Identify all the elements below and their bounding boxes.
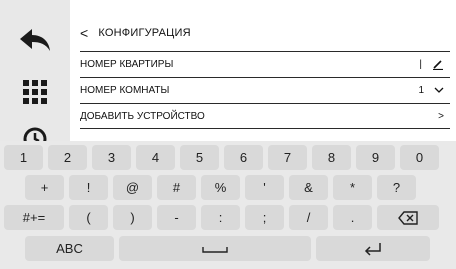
key-hash[interactable]: #: [157, 175, 196, 200]
key-at[interactable]: @: [113, 175, 152, 200]
key-3[interactable]: 3: [92, 145, 131, 170]
key-apostrophe[interactable]: ': [245, 175, 284, 200]
text-cursor: |: [419, 58, 422, 70]
menu-grid-button[interactable]: [0, 72, 70, 112]
sidebar: [0, 0, 70, 145]
row-room-number[interactable]: НОМЕР КОМНАТЫ 1: [80, 77, 450, 102]
key-backspace[interactable]: [377, 205, 439, 230]
key-7[interactable]: 7: [268, 145, 307, 170]
key-5[interactable]: 5: [180, 145, 219, 170]
header: < КОНФИГУРАЦИЯ: [80, 22, 191, 44]
on-screen-keyboard: 1 2 3 4 5 6 7 8 9 0 + ! @ # % ' & * ? #+…: [0, 141, 456, 269]
row-apartment-number[interactable]: НОМЕР КВАРТИРЫ |: [80, 51, 450, 76]
key-colon[interactable]: :: [201, 205, 240, 230]
key-asterisk[interactable]: *: [333, 175, 372, 200]
chevron-right-icon: >: [438, 110, 444, 122]
pencil-icon[interactable]: [432, 58, 444, 70]
chevron-down-icon[interactable]: [434, 86, 444, 94]
key-1[interactable]: 1: [4, 145, 43, 170]
key-paren-open[interactable]: (: [69, 205, 108, 230]
key-enter[interactable]: [316, 236, 430, 261]
key-period[interactable]: .: [333, 205, 372, 230]
key-6[interactable]: 6: [224, 145, 263, 170]
row-label: НОМЕР КОМНАТЫ: [80, 84, 170, 96]
page-title: КОНФИГУРАЦИЯ: [98, 27, 191, 39]
key-2[interactable]: 2: [48, 145, 87, 170]
key-semicolon[interactable]: ;: [245, 205, 284, 230]
key-0[interactable]: 0: [400, 145, 439, 170]
backspace-icon: [398, 210, 418, 225]
key-question[interactable]: ?: [377, 175, 416, 200]
grid-icon: [23, 80, 47, 104]
back-button[interactable]: [0, 20, 70, 60]
key-space[interactable]: [119, 236, 311, 261]
key-minus[interactable]: -: [157, 205, 196, 230]
key-plus[interactable]: +: [25, 175, 64, 200]
row-label: НОМЕР КВАРТИРЫ: [80, 58, 174, 70]
row-add-device[interactable]: ДОБАВИТЬ УСТРОЙСТВО >: [80, 103, 450, 129]
room-number-value: 1: [418, 84, 424, 96]
key-ampersand[interactable]: &: [289, 175, 328, 200]
spacebar-icon: [202, 246, 228, 253]
key-8[interactable]: 8: [312, 145, 351, 170]
key-slash[interactable]: /: [289, 205, 328, 230]
key-abc[interactable]: ABC: [25, 236, 114, 261]
key-exclamation[interactable]: !: [69, 175, 108, 200]
key-9[interactable]: 9: [356, 145, 395, 170]
key-symbols-toggle[interactable]: #+=: [4, 205, 64, 230]
settings-panel: < КОНФИГУРАЦИЯ НОМЕР КВАРТИРЫ | НОМЕР КО…: [70, 0, 456, 145]
row-label: ДОБАВИТЬ УСТРОЙСТВО: [80, 110, 205, 122]
back-arrow-icon: [20, 29, 50, 51]
key-4[interactable]: 4: [136, 145, 175, 170]
key-paren-close[interactable]: ): [113, 205, 152, 230]
key-percent[interactable]: %: [201, 175, 240, 200]
header-back-button[interactable]: <: [80, 25, 88, 41]
enter-icon: [364, 242, 381, 256]
